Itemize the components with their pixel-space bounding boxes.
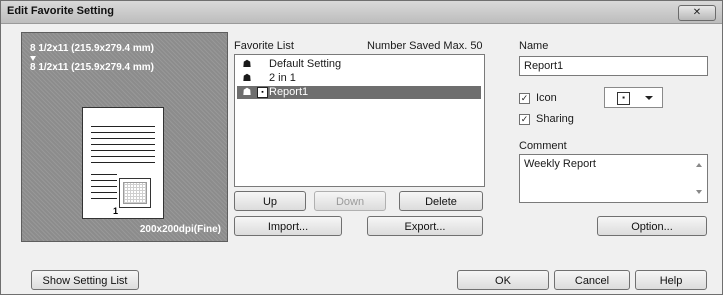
sharing-label: Sharing <box>536 113 574 125</box>
export-button[interactable]: Export... <box>367 216 483 236</box>
favorite-list[interactable]: ☗ Default Setting ☗ 2 in 1 ☗ ▪ Report1 <box>234 54 485 187</box>
dialog-title: Edit Favorite Setting <box>7 5 114 17</box>
capacity-label: Number Saved Max. 50 <box>367 40 483 52</box>
page-number: 1 <box>113 206 119 216</box>
favorite-item-selected[interactable]: ☗ ▪ Report1 <box>237 86 481 99</box>
down-button[interactable]: Down <box>314 191 386 211</box>
cancel-button[interactable]: Cancel <box>554 270 630 290</box>
people-icon: ☗ <box>242 87 252 98</box>
arrow-down-icon <box>30 56 36 61</box>
page-preview: 1 <box>82 107 164 219</box>
people-icon: ☗ <box>242 73 252 84</box>
icon-dropdown[interactable]: ▪ <box>604 87 663 108</box>
favorite-item[interactable]: ☗ Default Setting <box>237 58 481 71</box>
scroll-up-icon[interactable] <box>696 163 702 167</box>
comment-textarea[interactable]: Weekly Report <box>519 154 708 203</box>
up-button[interactable]: Up <box>234 191 306 211</box>
import-button[interactable]: Import... <box>234 216 342 236</box>
paper-size-secondary: 8 1/2x11 (215.9x279.4 mm) <box>30 62 154 73</box>
name-label: Name <box>519 40 549 52</box>
icon-checkbox[interactable]: ✓ <box>519 93 530 104</box>
paper-size-primary: 8 1/2x11 (215.9x279.4 mm) <box>30 43 154 54</box>
option-button[interactable]: Option... <box>597 216 707 236</box>
sharing-checkbox[interactable]: ✓ <box>519 114 530 125</box>
resolution-text: 200x200dpi(Fine) <box>139 224 221 235</box>
name-input[interactable]: Report1 <box>519 56 708 76</box>
page-icon: ▪ <box>617 92 630 105</box>
chevron-down-icon <box>645 96 653 100</box>
page-thumbnail-icon <box>119 178 151 208</box>
show-setting-list-button[interactable]: Show Setting List <box>31 270 139 290</box>
edit-favorite-dialog: Edit Favorite Setting ✕ 8 1/2x11 (215.9x… <box>0 0 723 295</box>
ok-button[interactable]: OK <box>457 270 549 290</box>
delete-button[interactable]: Delete <box>399 191 483 211</box>
icon-label: Icon <box>536 92 557 104</box>
preview-panel: 8 1/2x11 (215.9x279.4 mm) 8 1/2x11 (215.… <box>21 32 228 242</box>
comment-text: Weekly Report <box>524 158 596 170</box>
close-icon[interactable]: ✕ <box>678 5 716 21</box>
favorite-item[interactable]: ☗ 2 in 1 <box>237 72 481 85</box>
comment-label: Comment <box>519 140 567 152</box>
scroll-down-icon[interactable] <box>696 190 702 194</box>
favorite-list-label: Favorite List <box>234 40 294 52</box>
help-button[interactable]: Help <box>635 270 707 290</box>
title-bar: Edit Favorite Setting ✕ <box>1 1 722 24</box>
people-icon: ☗ <box>242 59 252 70</box>
page-icon: ▪ <box>257 87 268 98</box>
